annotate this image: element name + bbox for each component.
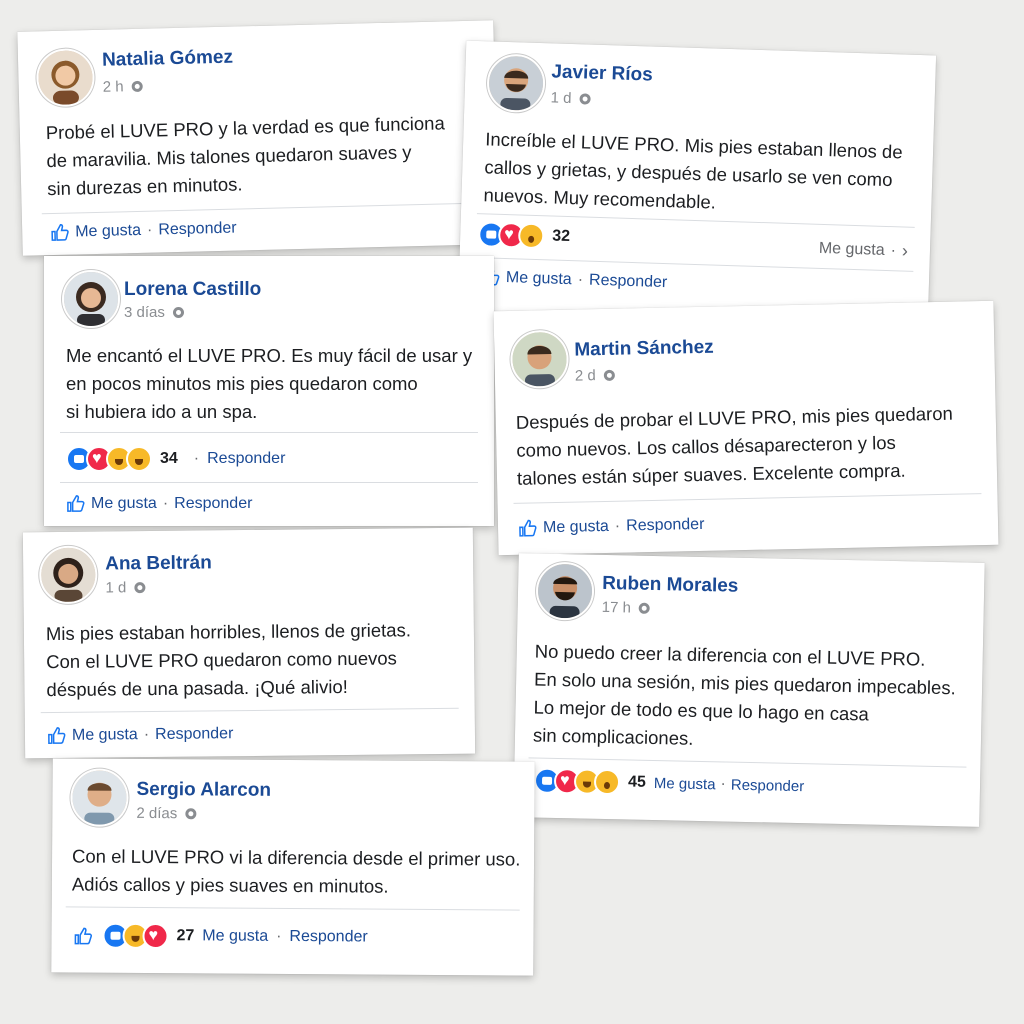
love-reaction-icon bbox=[142, 922, 169, 950]
avatar[interactable] bbox=[35, 47, 96, 108]
author-name[interactable]: Sergio Alarcon bbox=[136, 779, 271, 802]
reply-link[interactable]: Responder bbox=[174, 495, 252, 513]
chevron-right-icon[interactable]: › bbox=[902, 240, 909, 261]
avatar[interactable] bbox=[535, 561, 595, 621]
reply-link[interactable]: Responder bbox=[155, 725, 233, 744]
author-name[interactable]: Ana Beltrán bbox=[105, 552, 212, 575]
reply-link[interactable]: Responder bbox=[626, 515, 705, 535]
comment-card-sergio: Sergio Alarcon 2 días Con el LUVE PRO vi… bbox=[51, 758, 535, 976]
divider bbox=[528, 757, 967, 768]
timestamp[interactable]: 2 h bbox=[103, 78, 143, 96]
comment-text: Probé el LUVE PRO y la verdad es que fun… bbox=[45, 112, 445, 200]
comment-text: Me encantó el LUVE PRO. Es muy fácil de … bbox=[66, 345, 473, 422]
like-link[interactable]: Me gusta bbox=[202, 927, 268, 945]
reaction-summary[interactable]: 32 bbox=[477, 221, 579, 250]
reply-link[interactable]: Responder bbox=[158, 219, 237, 239]
globe-icon bbox=[579, 93, 591, 105]
comment-card-ana: Ana Beltrán 1 d Mis pies estaban horribl… bbox=[22, 527, 476, 759]
reaction-count[interactable]: 27 bbox=[176, 927, 194, 945]
divider bbox=[65, 906, 520, 911]
thumbs-up-icon[interactable] bbox=[66, 494, 85, 513]
like-link[interactable]: Me gusta bbox=[91, 495, 157, 513]
reply-link[interactable]: Responder bbox=[731, 776, 805, 795]
author-name[interactable]: Natalia Gómez bbox=[102, 47, 233, 72]
comment-text: Con el LUVE PRO vi la diferencia desde e… bbox=[71, 845, 521, 897]
like-link[interactable]: Me gusta bbox=[72, 726, 138, 745]
comment-actions: Me gusta · Responder bbox=[50, 219, 237, 243]
like-link[interactable]: Me gusta bbox=[819, 239, 885, 259]
wow-reaction-icon bbox=[593, 768, 621, 796]
reaction-count[interactable]: 45 bbox=[628, 773, 646, 791]
divider bbox=[41, 202, 478, 215]
comment-actions: Me gusta · Responder bbox=[518, 515, 705, 538]
reply-link[interactable]: Responder bbox=[289, 928, 367, 947]
reaction-summary: 27Me gusta·Responder bbox=[73, 922, 368, 950]
comment-text: No puedo creer la diferencia con el LUVE… bbox=[532, 640, 956, 749]
reply-link[interactable]: Responder bbox=[207, 450, 285, 468]
divider bbox=[60, 432, 478, 433]
globe-icon bbox=[134, 582, 146, 594]
globe-icon bbox=[638, 602, 651, 614]
avatar[interactable] bbox=[70, 768, 129, 827]
timestamp[interactable]: 3 días bbox=[124, 304, 184, 321]
globe-icon bbox=[185, 808, 197, 820]
comment-text: Mis pies estaban horribles, llenos de gr… bbox=[45, 619, 412, 701]
timestamp[interactable]: 1 d bbox=[105, 579, 146, 597]
thumbs-up-icon[interactable] bbox=[47, 726, 66, 745]
divider bbox=[60, 482, 478, 483]
like-link[interactable]: Me gusta bbox=[543, 517, 609, 536]
reaction-count[interactable]: 34 bbox=[160, 450, 178, 468]
haha-reaction-icon bbox=[126, 446, 152, 472]
globe-icon bbox=[172, 307, 184, 318]
divider bbox=[513, 493, 982, 504]
timestamp[interactable]: 2 d bbox=[575, 367, 615, 385]
avatar[interactable] bbox=[62, 270, 120, 328]
like-link[interactable]: Me gusta bbox=[75, 221, 141, 241]
author-name[interactable]: Lorena Castillo bbox=[124, 279, 261, 301]
globe-icon bbox=[603, 369, 615, 381]
reaction-summary: 34·Responder bbox=[66, 446, 285, 472]
avatar[interactable] bbox=[38, 545, 98, 605]
comment-actions: Me gusta · Responder bbox=[66, 494, 252, 513]
author-name[interactable]: Javier Ríos bbox=[551, 61, 653, 86]
like-link[interactable]: Me gusta bbox=[506, 269, 572, 289]
wow-reaction-icon bbox=[517, 222, 545, 250]
reaction-summary: 45Me gusta·Responder bbox=[533, 767, 805, 800]
author-name[interactable]: Martin Sánchez bbox=[574, 337, 714, 362]
comment-actions: Me gusta · Responder bbox=[481, 267, 668, 292]
comment-actions: Me gusta · Responder bbox=[47, 724, 234, 745]
reply-link[interactable]: Responder bbox=[589, 271, 668, 291]
comment-text: Increíble el LUVE PRO. Mis pies estaban … bbox=[483, 128, 903, 213]
comment-card-ruben: Ruben Morales 17 h No puedo creer la dif… bbox=[513, 553, 985, 827]
like-menu[interactable]: Me gusta · › bbox=[819, 238, 909, 262]
comment-card-martin: Martin Sánchez 2 d Después de probar el … bbox=[493, 300, 999, 556]
comment-card-natalia: Natalia Gómez 2 h Probé el LUVE PRO y la… bbox=[17, 20, 499, 256]
avatar[interactable] bbox=[486, 53, 546, 114]
timestamp[interactable]: 1 d bbox=[550, 89, 591, 107]
like-link[interactable]: Me gusta bbox=[654, 775, 716, 793]
comment-text: Después de probar el LUVE PRO, mis pies … bbox=[515, 402, 954, 489]
thumbs-up-icon[interactable] bbox=[73, 926, 93, 945]
comment-card-lorena: Lorena Castillo 3 días Me encantó el LUV… bbox=[44, 256, 494, 526]
comment-card-javier: Javier Ríos 1 d Increíble el LUVE PRO. M… bbox=[457, 40, 937, 326]
reaction-count: 32 bbox=[551, 227, 571, 246]
author-name[interactable]: Ruben Morales bbox=[602, 573, 739, 598]
timestamp[interactable]: 17 h bbox=[602, 599, 651, 617]
avatar[interactable] bbox=[509, 329, 570, 389]
thumbs-up-icon[interactable] bbox=[518, 518, 537, 537]
thumbs-up-icon[interactable] bbox=[50, 223, 69, 242]
divider bbox=[40, 707, 459, 714]
timestamp[interactable]: 2 días bbox=[136, 805, 197, 822]
globe-icon bbox=[131, 80, 143, 93]
